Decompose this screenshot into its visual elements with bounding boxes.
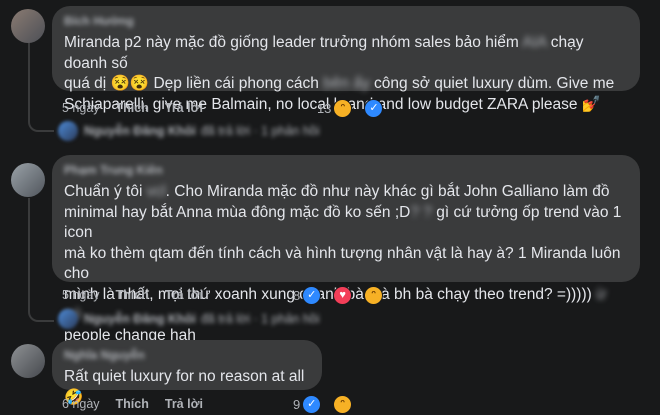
timestamp[interactable]: 5 ngày [62,101,100,115]
comment-bubble: Nghĩa Nguyễn Rất quiet luxury for no rea… [52,340,322,406]
like-button[interactable]: Thích [116,397,149,411]
like-icon: ✓ [364,98,384,118]
text-segment: Chuẩn ý tôi [64,183,147,200]
text-segment: Miranda p2 này mặc đồ giống leader trưởn… [64,34,523,51]
comment-actions: 5 ngày Thích Trả lời 8 ✓ ♥ ᵔ [62,285,399,305]
avatar[interactable] [11,163,45,197]
heart-icon: ♥ [333,285,353,305]
thread-line [28,198,30,308]
avatar[interactable] [11,9,45,43]
reply-count: đã trả lời · 1 phản hồi [200,312,320,326]
reply-button[interactable]: Trả lời [165,288,203,302]
reaction-summary[interactable]: 9 ✓ ᵔ [292,394,368,414]
comment-author[interactable]: Bích Hường [64,14,628,28]
timestamp[interactable]: 6 ngày [62,397,100,411]
avatar[interactable] [58,121,78,141]
redacted-text: bên ấy [323,75,370,92]
like-icon: ✓ [302,285,322,305]
view-replies-link[interactable]: Nguyễn Đăng Khôi đã trả lời · 1 phản hồi [84,309,320,329]
like-button[interactable]: Thích [116,288,149,302]
laugh-icon: ᵔ [333,98,353,118]
reaction-summary[interactable]: 8 ✓ ♥ ᵔ [292,285,399,305]
like-button[interactable]: Thích [116,101,149,115]
redacted-text: AIA [522,34,547,51]
redacted-text: ? ? [410,203,432,221]
reply-count: đã trả lời · 1 phản hồi [200,124,320,138]
comment-actions: 5 ngày Thích Trả lời 13 ᵔ ✓ [62,98,399,118]
reaction-summary[interactable]: 13 ᵔ ✓ [316,98,399,118]
comment-actions: 6 ngày Thích Trả lời 9 ✓ ᵔ [62,394,368,414]
comment-author[interactable]: Phạm Trung Kiên [64,163,628,177]
laugh-icon: ᵔ [364,285,384,305]
reaction-count: 8 [292,287,301,303]
avatar[interactable] [11,344,45,378]
reply-button[interactable]: Trả lời [165,101,203,115]
redacted-text: vcl [146,183,166,200]
like-icon: ✓ [302,394,322,414]
reaction-count: 13 [316,100,332,116]
comment-bubble: Phạm Trung Kiên Chuẩn ý tôi vcl. Cho Mir… [52,155,640,344]
reply-connector [28,110,54,132]
comment-bubble: Bích Hường Miranda p2 này mặc đồ giống l… [52,6,640,113]
avatar[interactable] [58,309,78,329]
comment-author[interactable]: Nghĩa Nguyễn [64,348,310,362]
reply-connector [28,300,54,322]
reply-author: Nguyễn Đăng Khôi [84,312,196,326]
reply-author: Nguyễn Đăng Khôi [84,124,196,138]
reply-button[interactable]: Trả lời [165,397,203,411]
reaction-count: 9 [292,396,301,412]
laugh-icon: ᵔ [333,394,353,414]
timestamp[interactable]: 5 ngày [62,288,100,302]
view-replies-link[interactable]: Nguyễn Đăng Khôi đã trả lời · 1 phản hồi [84,121,320,141]
